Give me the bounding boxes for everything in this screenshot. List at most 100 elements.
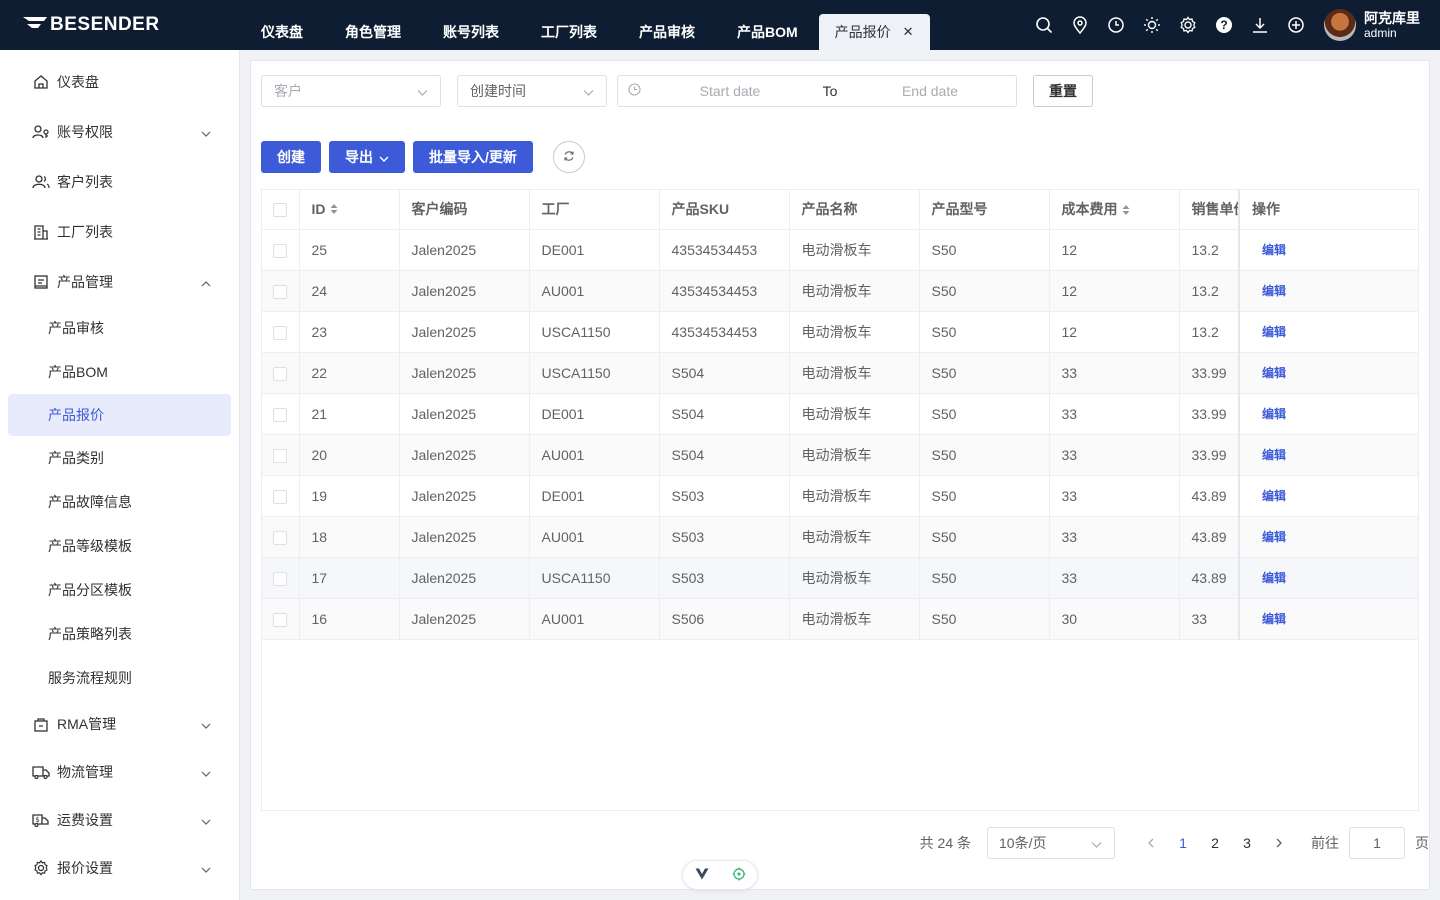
table-row[interactable]: 20 Jalen2025 AU001 S504 电动滑板车 S50 33 33.99 编辑 — [262, 434, 1418, 476]
help-icon[interactable]: ? — [1206, 0, 1242, 50]
prev-page-button[interactable] — [1135, 835, 1167, 851]
sidebar-sub-product-quote[interactable]: 产品报价 — [8, 394, 231, 436]
row-checkbox[interactable] — [273, 407, 287, 422]
table-row[interactable]: 18 Jalen2025 AU001 S503 电动滑板车 S50 33 43.89 编辑 — [262, 516, 1418, 558]
select-all-cell[interactable] — [262, 190, 300, 230]
row-checkbox-cell[interactable] — [262, 393, 300, 435]
row-checkbox-cell[interactable] — [262, 229, 300, 271]
table-row[interactable]: 25 Jalen2025 DE001 43534534453 电动滑板车 S50 12 13.… — [262, 229, 1418, 271]
sidebar-item-account-permissions[interactable]: 账号权限 — [0, 106, 239, 158]
tab-roles[interactable]: 角色管理 — [324, 14, 422, 50]
target-icon[interactable] — [732, 867, 746, 884]
next-page-button[interactable] — [1263, 835, 1295, 851]
edit-link[interactable]: 编辑 — [1252, 448, 1286, 462]
date-range-picker[interactable]: Start date To End date — [617, 75, 1017, 107]
row-checkbox[interactable] — [273, 243, 287, 258]
row-checkbox[interactable] — [273, 284, 287, 299]
start-date-input[interactable]: Start date — [655, 83, 805, 99]
row-checkbox[interactable] — [273, 612, 287, 627]
table-row[interactable]: 17 Jalen2025 USCA1150 S503 电动滑板车 S50 33 43.89 编辑 — [262, 557, 1418, 599]
row-checkbox-cell[interactable] — [262, 434, 300, 476]
edit-link[interactable]: 编辑 — [1252, 489, 1286, 503]
table-row[interactable]: 22 Jalen2025 USCA1150 S504 电动滑板车 S50 33 33.99 编辑 — [262, 352, 1418, 394]
end-date-input[interactable]: End date — [855, 83, 1005, 99]
table-row[interactable]: 24 Jalen2025 AU001 43534534453 电动滑板车 S50 12 13.… — [262, 270, 1418, 312]
table-row[interactable]: 19 Jalen2025 DE001 S503 电动滑板车 S50 33 43.89 编辑 — [262, 475, 1418, 517]
tab-product-bom[interactable]: 产品BOM — [716, 14, 819, 50]
avatar[interactable] — [1324, 9, 1356, 41]
row-checkbox[interactable] — [273, 530, 287, 545]
row-checkbox-cell[interactable] — [262, 598, 300, 640]
created-time-select[interactable]: 创建时间 — [457, 75, 607, 107]
tab-factories[interactable]: 工厂列表 — [520, 14, 618, 50]
sidebar-sub-product-grade-template[interactable]: 产品等级模板 — [0, 524, 239, 568]
sidebar-item-logistics[interactable]: 物流管理 — [0, 748, 239, 796]
edit-link[interactable]: 编辑 — [1252, 366, 1286, 380]
sidebar-item-dashboard[interactable]: 仪表盘 — [0, 58, 239, 106]
sun-icon[interactable] — [1134, 0, 1170, 50]
tab-product-review[interactable]: 产品审核 — [618, 14, 716, 50]
row-checkbox-cell[interactable] — [262, 352, 300, 394]
row-checkbox[interactable] — [273, 448, 287, 463]
row-checkbox[interactable] — [273, 366, 287, 381]
clock-icon[interactable] — [1098, 0, 1134, 50]
row-checkbox[interactable] — [273, 571, 287, 586]
settings-icon[interactable] — [1170, 0, 1206, 50]
reset-button[interactable]: 重置 — [1033, 75, 1093, 107]
close-icon[interactable]: ✕ — [903, 24, 914, 40]
batch-import-button[interactable]: 批量导入/更新 — [413, 141, 533, 173]
edit-link[interactable]: 编辑 — [1252, 612, 1286, 626]
sort-icon[interactable] — [330, 202, 338, 218]
edit-link[interactable]: 编辑 — [1252, 284, 1286, 298]
sidebar-sub-product-strategy-list[interactable]: 产品策略列表 — [0, 612, 239, 656]
row-checkbox-cell[interactable] — [262, 557, 300, 599]
column-header-cost[interactable]: 成本费用 — [1049, 190, 1180, 230]
sidebar-sub-product-fault-info[interactable]: 产品故障信息 — [0, 480, 239, 524]
brand-logo[interactable]: BESENDER — [0, 0, 240, 50]
refresh-button[interactable] — [552, 141, 585, 173]
page-button[interactable]: 1 — [1167, 835, 1199, 851]
sidebar-item-customers[interactable]: 客户列表 — [0, 158, 239, 206]
sidebar-sub-service-flow-rules[interactable]: 服务流程规则 — [0, 656, 239, 700]
page-button[interactable]: 3 — [1231, 835, 1263, 851]
goto-page-input[interactable]: 1 — [1349, 827, 1405, 859]
search-icon[interactable] — [1026, 0, 1062, 50]
edit-link[interactable]: 编辑 — [1252, 571, 1286, 585]
column-header-id[interactable]: ID — [299, 190, 400, 230]
tab-accounts[interactable]: 账号列表 — [422, 14, 520, 50]
sidebar-item-shipping-fee[interactable]: $ 运费设置 — [0, 796, 239, 844]
row-checkbox-cell[interactable] — [262, 311, 300, 353]
page-button[interactable]: 2 — [1199, 835, 1231, 851]
sort-icon[interactable] — [1122, 203, 1130, 219]
sidebar-sub-product-zone-template[interactable]: 产品分区模板 — [0, 568, 239, 612]
row-checkbox-cell[interactable] — [262, 270, 300, 312]
tab-product-quote[interactable]: 产品报价 ✕ — [818, 14, 930, 50]
sidebar-sub-product-category[interactable]: 产品类别 — [0, 436, 239, 480]
table-row[interactable]: 21 Jalen2025 DE001 S504 电动滑板车 S50 33 33.99 编辑 — [262, 393, 1418, 435]
customer-select[interactable]: 客户 — [261, 75, 441, 107]
sidebar-item-quote-settings[interactable]: 报价设置 — [0, 844, 239, 892]
page-size-select[interactable]: 10条/页 — [987, 827, 1115, 859]
sidebar-item-rma[interactable]: RMA管理 — [0, 700, 239, 748]
sidebar-sub-product-bom[interactable]: 产品BOM — [0, 350, 239, 394]
row-checkbox-cell[interactable] — [262, 516, 300, 558]
download-icon[interactable] — [1242, 0, 1278, 50]
vue-devtools-icon[interactable] — [695, 867, 709, 883]
table-row[interactable]: 16 Jalen2025 AU001 S506 电动滑板车 S50 30 33 编辑 — [262, 598, 1418, 640]
edit-link[interactable]: 编辑 — [1252, 243, 1286, 257]
sidebar-sub-product-review[interactable]: 产品审核 — [0, 306, 239, 350]
add-circle-icon[interactable] — [1278, 0, 1314, 50]
row-checkbox[interactable] — [273, 325, 287, 340]
export-button[interactable]: 导出 — [329, 141, 405, 173]
edit-link[interactable]: 编辑 — [1252, 407, 1286, 421]
sidebar-item-factories[interactable]: 工厂列表 — [0, 206, 239, 258]
edit-link[interactable]: 编辑 — [1252, 325, 1286, 339]
tab-dashboard[interactable]: 仪表盘 — [240, 14, 324, 50]
row-checkbox-cell[interactable] — [262, 475, 300, 517]
create-button[interactable]: 创建 — [261, 141, 321, 173]
location-icon[interactable] — [1062, 0, 1098, 50]
row-checkbox[interactable] — [273, 489, 287, 504]
select-all-checkbox[interactable] — [273, 203, 287, 218]
edit-link[interactable]: 编辑 — [1252, 530, 1286, 544]
user-menu[interactable]: 阿克库里 admin — [1324, 9, 1420, 41]
